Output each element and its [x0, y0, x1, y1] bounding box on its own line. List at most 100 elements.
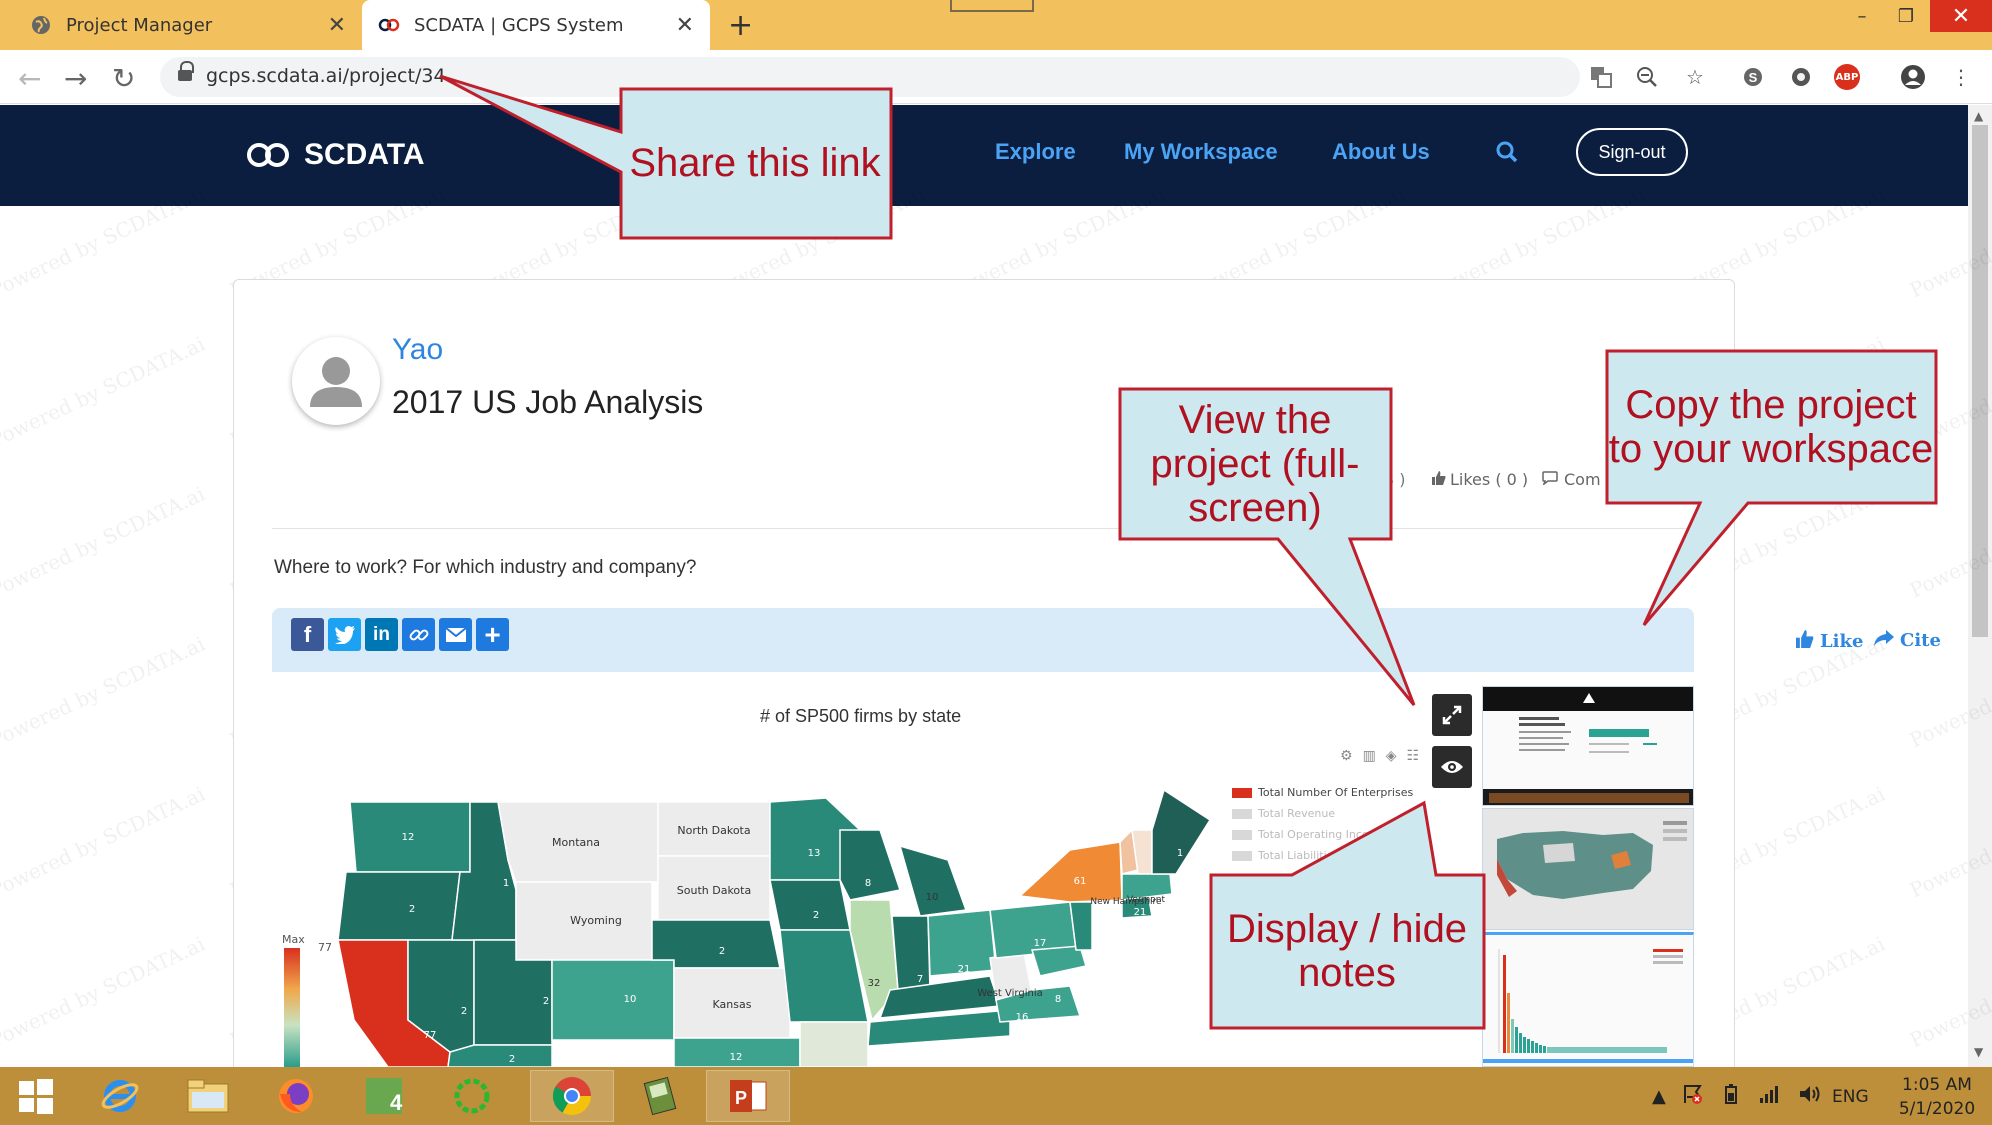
- maximize-button[interactable]: ❐: [1884, 0, 1928, 32]
- skype-icon[interactable]: S: [1740, 64, 1766, 90]
- translate-icon[interactable]: [1588, 64, 1614, 90]
- state-arizona[interactable]: [447, 1044, 553, 1067]
- tag-icon[interactable]: ◈: [1386, 748, 1397, 764]
- cite-button[interactable]: Cite: [1874, 630, 1941, 651]
- note-thumbnail-3[interactable]: [1482, 932, 1694, 1067]
- callout-notes-text: Display / hide notes: [1226, 907, 1468, 995]
- table-icon[interactable]: ☷: [1407, 748, 1420, 764]
- watermark-text: Powered by SCDATA.ai: [0, 481, 209, 603]
- twitter-icon[interactable]: [328, 618, 361, 651]
- map-value-utah: 2: [543, 996, 549, 1007]
- network-signal-icon[interactable]: [1758, 1084, 1782, 1109]
- minimize-button[interactable]: –: [1840, 0, 1884, 32]
- series-item-revenue[interactable]: Total Revenue: [1232, 803, 1413, 824]
- powerpoint-icon: P: [730, 1080, 767, 1112]
- clock-time[interactable]: 1:05 AM: [1896, 1075, 1978, 1095]
- plus-icon[interactable]: +: [476, 618, 509, 651]
- back-arrow-icon[interactable]: ←: [18, 62, 41, 95]
- zoom-out-icon[interactable]: [1634, 64, 1660, 90]
- watermark-text: Powered by SCDATA.ai: [0, 781, 209, 903]
- state-indiana[interactable]: [891, 915, 931, 991]
- svg-text:S: S: [1749, 70, 1758, 85]
- menu-kebab-icon[interactable]: ⋮: [1948, 64, 1974, 90]
- scdata-logo[interactable]: SCDATA: [244, 135, 425, 175]
- comments-count: Com: [1542, 470, 1601, 489]
- state-maine[interactable]: [1151, 790, 1210, 875]
- forward-arrow-icon[interactable]: →: [64, 62, 87, 95]
- nav-about-us[interactable]: About Us: [1332, 139, 1430, 165]
- avatar[interactable]: [292, 337, 380, 425]
- series-label: Total Operating Income: [1258, 828, 1387, 841]
- state-colorado[interactable]: [551, 959, 675, 1041]
- scroll-up-icon[interactable]: ▲: [1974, 109, 1983, 123]
- bar-chart-icon[interactable]: ▥: [1363, 748, 1376, 764]
- new-tab-button[interactable]: +: [728, 8, 753, 43]
- link-icon[interactable]: [402, 618, 435, 651]
- tab-scdata-gcps[interactable]: SCDATA | GCPS System ✕: [362, 0, 710, 50]
- like-button[interactable]: Like: [1796, 630, 1863, 653]
- profile-icon[interactable]: [1900, 64, 1926, 90]
- map-value-virginia: 16: [1016, 1012, 1029, 1023]
- start-button[interactable]: [0, 1070, 72, 1122]
- bookmark-star-icon[interactable]: ☆: [1682, 64, 1708, 90]
- map-value-arizona: 2: [509, 1054, 515, 1065]
- reload-icon[interactable]: ↻: [112, 62, 135, 95]
- adblock-icon[interactable]: ABP: [1834, 64, 1860, 90]
- state-michigan[interactable]: [898, 844, 968, 917]
- settings-icon[interactable]: ⚙: [1340, 748, 1353, 764]
- linkedin-icon[interactable]: in: [365, 618, 398, 651]
- thumbnail-image: [1483, 809, 1693, 929]
- legend-swatch: [1232, 829, 1252, 840]
- input-language[interactable]: ENG: [1832, 1087, 1869, 1107]
- taskbar-app-4[interactable]: 4: [342, 1070, 426, 1122]
- state-arkansas[interactable]: [799, 1021, 869, 1067]
- author-name[interactable]: Yao: [392, 333, 443, 367]
- search-icon[interactable]: [1494, 139, 1520, 165]
- scdata-logo-icon: [247, 143, 289, 167]
- taskbar-internet-explorer[interactable]: [78, 1070, 162, 1122]
- state-wisconsin[interactable]: [839, 829, 901, 901]
- facebook-icon[interactable]: f: [291, 618, 324, 651]
- url-text[interactable]: gcps.scdata.ai/project/34: [206, 65, 446, 87]
- power-icon[interactable]: [1720, 1083, 1742, 1110]
- comment-icon: [1542, 470, 1558, 489]
- taskbar-powerpoint[interactable]: P: [706, 1070, 790, 1122]
- map-value-nevada: 2: [461, 1006, 467, 1017]
- map-value-indiana: 7: [917, 974, 923, 985]
- taskbar-app-device[interactable]: [618, 1070, 702, 1122]
- state-oregon[interactable]: [337, 871, 461, 941]
- callout-view-text: View the project (full-screen): [1150, 398, 1360, 530]
- scroll-thumb[interactable]: [1972, 125, 1988, 637]
- taskbar-file-explorer[interactable]: [166, 1070, 250, 1122]
- taskbar-chrome[interactable]: [530, 1070, 614, 1122]
- tab-project-manager[interactable]: Project Manager ✕: [0, 0, 362, 50]
- taskbar-app-ring[interactable]: [430, 1070, 514, 1122]
- close-tab-icon[interactable]: ✕: [328, 13, 346, 38]
- fullscreen-button[interactable]: [1432, 694, 1472, 736]
- action-center-icon[interactable]: [1682, 1083, 1704, 1110]
- scroll-down-icon[interactable]: ▼: [1974, 1045, 1983, 1059]
- series-item-operating-income[interactable]: Total Operating Income: [1232, 824, 1413, 845]
- state-new-york[interactable]: [1018, 841, 1123, 903]
- close-window-button[interactable]: ✕: [1930, 0, 1992, 32]
- color-scale-legend[interactable]: [284, 948, 300, 1067]
- note-thumbnail-1[interactable]: [1482, 686, 1694, 806]
- email-icon[interactable]: [439, 618, 472, 651]
- tray-expand-icon[interactable]: ▲: [1652, 1086, 1666, 1107]
- state-iowa[interactable]: [769, 879, 851, 931]
- page-scrollbar[interactable]: ▲ ▼: [1968, 105, 1992, 1067]
- taskbar-firefox[interactable]: [254, 1070, 338, 1122]
- series-item-enterprises[interactable]: Total Number Of Enterprises: [1232, 782, 1413, 803]
- series-item-liabilities[interactable]: Total Liabilities: [1232, 845, 1413, 866]
- extension-icon[interactable]: [1788, 64, 1814, 90]
- site-header: SCDATA Explore My Workspace About Us Sig…: [0, 105, 1968, 206]
- close-tab-icon[interactable]: ✕: [676, 13, 694, 38]
- clock-date[interactable]: 5/1/2020: [1896, 1099, 1978, 1119]
- chrome-icon: [552, 1077, 592, 1116]
- note-thumbnail-2[interactable]: [1482, 808, 1694, 930]
- toggle-notes-button[interactable]: [1432, 746, 1472, 788]
- nav-my-workspace[interactable]: My Workspace: [1124, 139, 1278, 165]
- sign-out-button[interactable]: Sign-out: [1576, 128, 1688, 176]
- volume-icon[interactable]: [1798, 1084, 1822, 1109]
- nav-explore[interactable]: Explore: [995, 139, 1076, 165]
